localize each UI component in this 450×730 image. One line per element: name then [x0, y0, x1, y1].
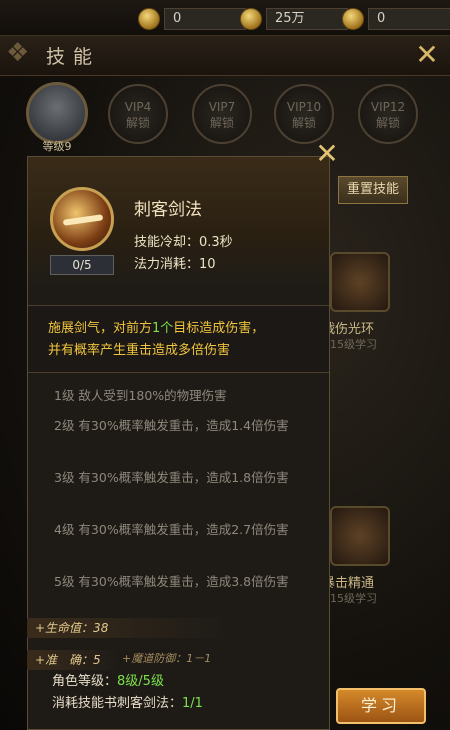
vip-slot-label: VIP12: [370, 100, 406, 114]
skill-detail-popup: 0/5 刺客剑法 技能冷却：0.3秒 法力消耗：10 施展剑气，对前方1个目标造…: [27, 156, 330, 730]
level-effect-5: 5级 有30%概率触发重击，造成3.8倍伤害: [54, 574, 289, 589]
desc-part: 并有概率产生重击造成多倍伤害: [48, 343, 231, 358]
stat-bonus-hp: +生命值：38: [27, 618, 227, 638]
stat-bonus-magic-defense: +魔道防御：1－1: [122, 652, 212, 665]
skill-slot-crit[interactable]: [330, 506, 390, 566]
skill-slot-aura[interactable]: [330, 252, 390, 312]
learn-button[interactable]: 学习: [336, 688, 426, 724]
req-value: 1/1: [182, 696, 203, 711]
title-bar: ❖ 技能 ✕: [0, 36, 450, 76]
level-effect-3: 3级 有30%概率触发重击，造成1.8倍伤害: [54, 470, 289, 485]
vip-slot-label: VIP4: [124, 100, 152, 114]
player-avatar[interactable]: [26, 82, 88, 144]
silver-coin-icon: [240, 8, 262, 30]
gold-value: 0: [164, 8, 246, 30]
page-title: 技能: [46, 46, 101, 68]
ingot-currency: 0: [342, 7, 450, 31]
vip-slot-label: VIP7: [208, 100, 236, 114]
req-label: 角色等级：: [52, 674, 118, 689]
player-level: 等级9: [42, 140, 72, 153]
req-value: 8级/5级: [117, 674, 164, 689]
skill-slots: 等级9 VIP4 解锁 VIP7 解锁 VIP10 解锁 VIP12 解锁: [0, 82, 450, 153]
popup-close-icon[interactable]: ✕: [313, 140, 341, 168]
popup-header: 0/5 刺客剑法 技能冷却：0.3秒 法力消耗：10: [28, 157, 329, 287]
vip-slot-label: VIP10: [286, 100, 322, 114]
silver-value: 25万: [266, 8, 348, 30]
desc-part: 目标造成伤害，: [173, 321, 265, 336]
skill-cooldown: 技能冷却：0.3秒: [134, 235, 233, 250]
reset-skills-button[interactable]: 重置技能: [338, 176, 408, 204]
level-effect-1: 1级 敌人受到180%的物理伤害: [54, 388, 227, 403]
vip-slot-7[interactable]: VIP7 解锁: [192, 84, 252, 144]
gold-coin-icon: [138, 8, 160, 30]
silver-currency: 25万: [240, 7, 348, 31]
emblem-icon: ❖: [6, 38, 30, 68]
vip-slot-unlock: 解锁: [375, 116, 400, 130]
close-icon[interactable]: ✕: [412, 40, 442, 70]
ingot-icon: [342, 8, 364, 30]
skill-name: 刺客剑法: [134, 200, 202, 220]
vip-slot-unlock: 解锁: [125, 116, 150, 130]
vip-slot-4[interactable]: VIP4 解锁: [108, 84, 168, 144]
skill-requirement: 15级学习: [330, 592, 377, 605]
sword-skill-icon: [50, 187, 114, 251]
req-label: 消耗技能书刺客剑法：: [52, 696, 183, 711]
skill-level-progress: 0/5: [50, 255, 114, 275]
level-effect-2: 2级 有30%概率触发重击，造成1.4倍伤害: [54, 418, 289, 433]
stat-bonus-accuracy: +准 确：5: [27, 650, 117, 670]
book-requirement: 消耗技能书刺客剑法：1/1: [52, 692, 203, 711]
skill-description: 施展剑气，对前方1个目标造成伤害， 并有概率产生重击造成多倍伤害: [28, 305, 329, 373]
skill-requirement: 15级学习: [330, 338, 377, 351]
vip-slot-12[interactable]: VIP12 解锁: [358, 84, 418, 144]
vip-slot-unlock: 解锁: [291, 116, 316, 130]
desc-part: 施展剑气，对前方: [48, 321, 153, 336]
target-count: 1个: [152, 321, 174, 336]
currency-bar: 0 25万 0: [0, 0, 450, 36]
ingot-value: 0: [368, 8, 450, 30]
gold-currency: 0: [138, 7, 246, 31]
skill-mana-cost: 法力消耗：10: [134, 257, 216, 272]
level-requirement: 角色等级：8级/5级: [52, 670, 164, 689]
vip-slot-10[interactable]: VIP10 解锁: [274, 84, 334, 144]
description-text: 施展剑气，对前方1个目标造成伤害， 并有概率产生重击造成多倍伤害: [48, 318, 318, 362]
vip-slot-unlock: 解锁: [209, 116, 234, 130]
level-effect-4: 4级 有30%概率触发重击，造成2.7倍伤害: [54, 522, 289, 537]
